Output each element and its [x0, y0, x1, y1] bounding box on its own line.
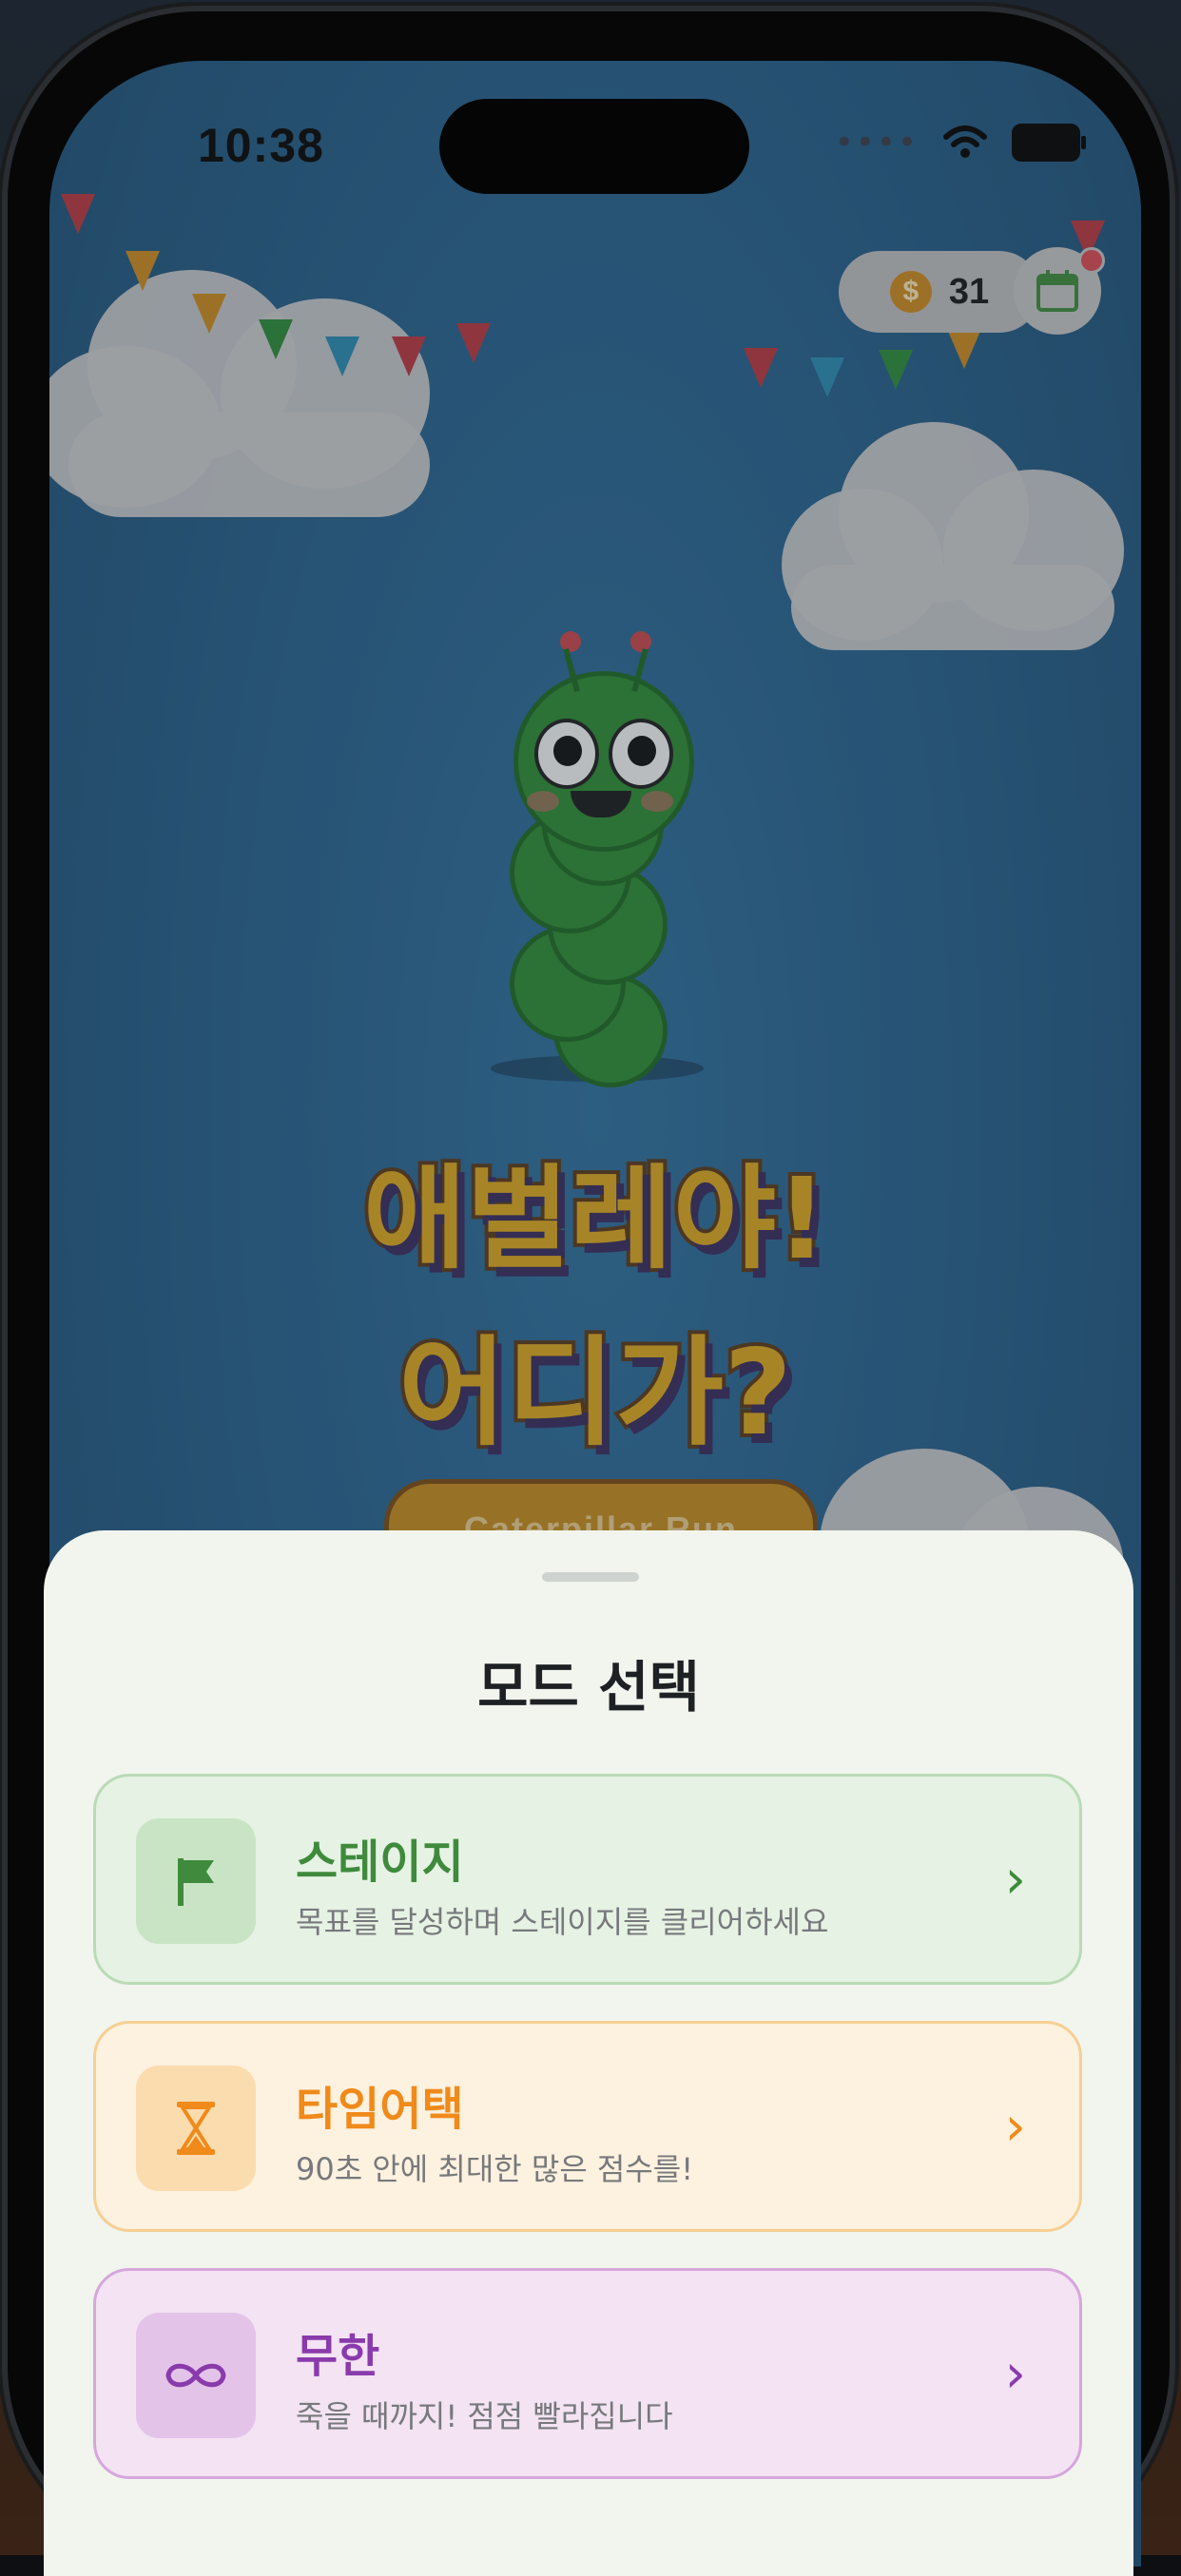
mode-label-time-attack: 타임어택: [296, 2083, 464, 2136]
mode-desc-stage: 목표를 달성하며 스테이지를 클리어하세요: [296, 1904, 829, 1940]
wifi-icon: [943, 125, 987, 158]
mode-card-infinite[interactable]: 무한 죽을 때까지! 점점 빨라집니다 ›: [93, 2268, 1082, 2479]
chevron-right-icon: ›: [1004, 1849, 1026, 1911]
dynamic-island: [439, 99, 749, 194]
mode-card-stage[interactable]: 스테이지 목표를 달성하며 스테이지를 클리어하세요 ›: [93, 1774, 1082, 1985]
flag-icon: [178, 1858, 214, 1906]
chevron-right-icon: ›: [1004, 2343, 1026, 2405]
status-time: 10:38: [198, 119, 324, 172]
mode-select-sheet: 모드 선택 스테이지 목표를 달성하며 스테이지를 클리어하세요 › 타임어택 …: [44, 1530, 1133, 2576]
signal-dots: ••••: [834, 124, 919, 162]
mode-desc-time-attack: 90초 안에 최대한 많은 점수를!: [296, 2151, 694, 2187]
mode-desc-infinite: 죽을 때까지! 점점 빨라집니다: [296, 2398, 673, 2434]
infinity-icon: [165, 2363, 226, 2388]
sheet-title: 모드 선택: [477, 1655, 700, 1720]
mode-card-time-attack[interactable]: 타임어택 90초 안에 최대한 많은 점수를! ›: [93, 2021, 1082, 2232]
mode-label-infinite: 무한: [296, 2330, 380, 2383]
mode-label-stage: 스테이지: [296, 1836, 464, 1889]
status-icons: ••••: [834, 124, 1086, 162]
battery-icon: [1012, 124, 1086, 162]
chevron-right-icon: ›: [1004, 2096, 1026, 2158]
sheet-handle[interactable]: [542, 1572, 639, 1582]
hourglass-icon: [177, 2102, 215, 2155]
